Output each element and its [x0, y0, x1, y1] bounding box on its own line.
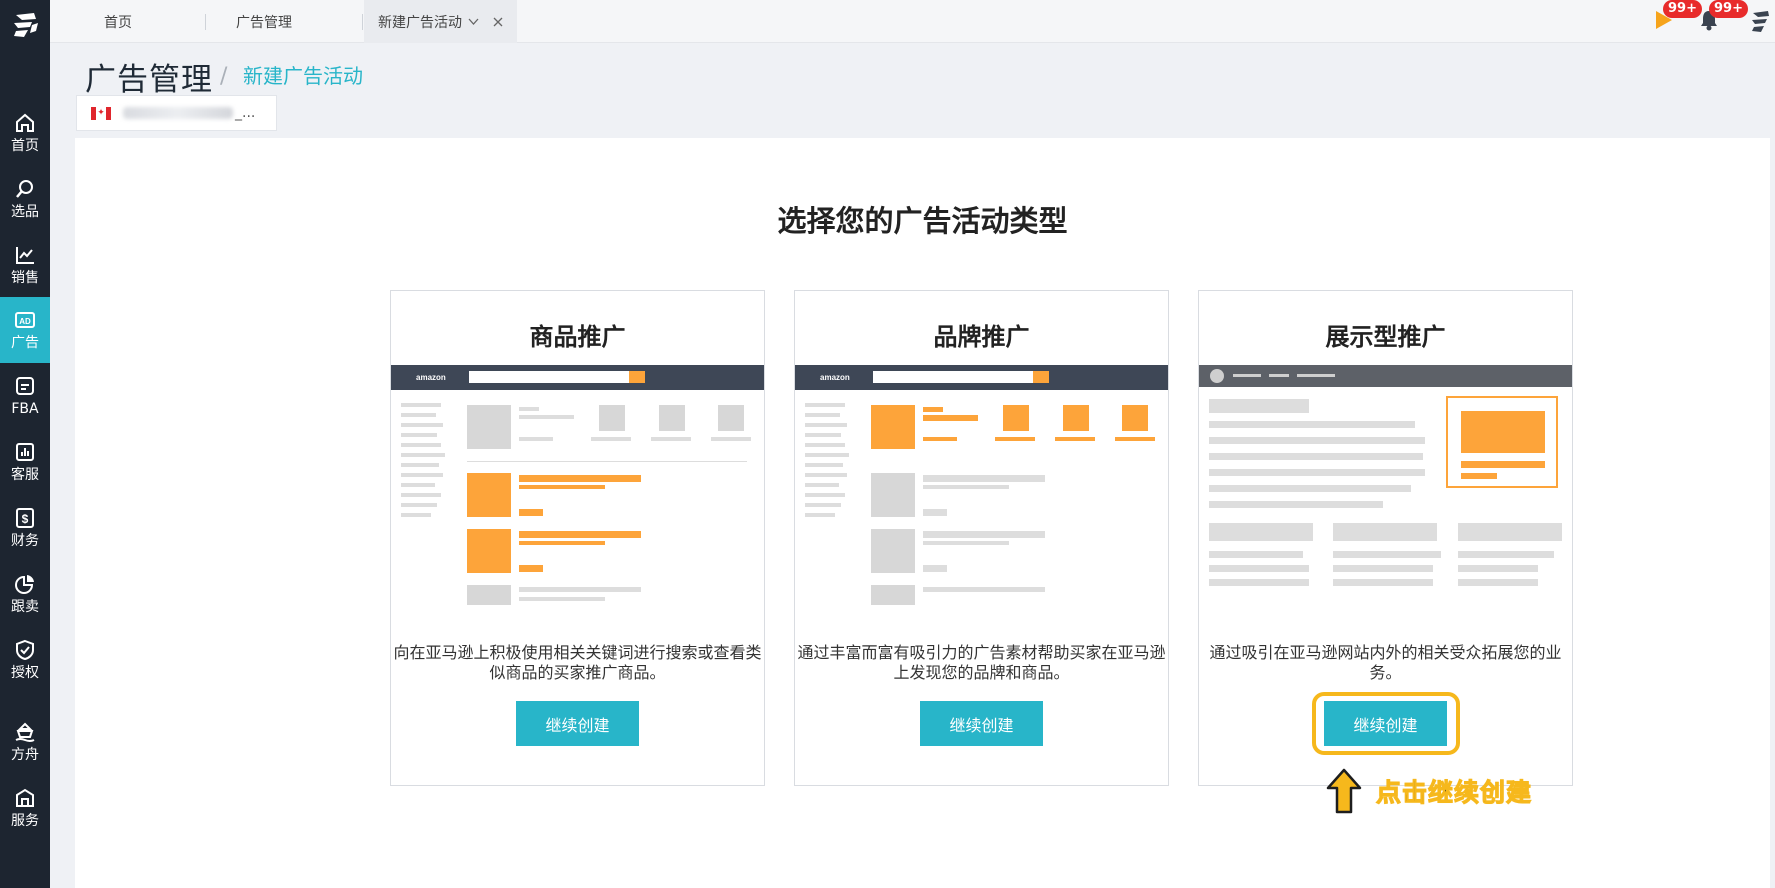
sidebar-item-finance[interactable]: $ 财务	[0, 495, 50, 561]
store-selector[interactable]: ✦ _...	[76, 95, 277, 131]
avatar-icon	[1752, 11, 1769, 32]
close-icon[interactable]	[493, 13, 503, 31]
click-hint-annotation: 点击继续创建	[1326, 768, 1532, 814]
sidebar-item-label: 首页	[11, 138, 39, 154]
tab-divider	[205, 14, 206, 30]
home-icon	[16, 113, 34, 132]
sidebar-item-follow-sell[interactable]: 跟卖	[0, 561, 50, 627]
page-title: 广告管理	[85, 62, 213, 98]
card-title: 展示型推广	[1325, 323, 1446, 351]
sidebar-item-home[interactable]: 首页	[0, 100, 50, 166]
sidebar-item-label: 服务	[11, 813, 39, 829]
card-title: 商品推广	[529, 323, 626, 351]
fba-icon	[16, 377, 34, 395]
store-name-suffix: _...	[235, 105, 256, 121]
tab-ad-management[interactable]: 广告管理	[236, 0, 292, 43]
sponsored-brands-illustration-icon: amazon	[795, 365, 1168, 605]
ad-icon: AD	[15, 312, 35, 328]
breadcrumb-separator: /	[220, 64, 228, 89]
sidebar-item-ark[interactable]: 方舟	[0, 709, 50, 775]
app-logo[interactable]	[0, 0, 50, 50]
card-description: 通过吸引在亚马逊网站内外的相关受众拓展您的业务。	[1209, 643, 1562, 682]
logo-icon	[14, 13, 38, 37]
tab-new-campaign[interactable]: 新建广告活动	[364, 0, 517, 43]
user-avatar[interactable]	[1749, 8, 1773, 38]
svg-text:$: $	[22, 512, 29, 526]
svg-text:amazon: amazon	[820, 373, 850, 382]
sidebar-item-fba[interactable]: FBA	[0, 363, 50, 429]
card-title: 品牌推广	[933, 323, 1030, 351]
store-name-redacted	[123, 107, 233, 119]
continue-create-button[interactable]: 继续创建	[516, 701, 639, 746]
service-icon	[16, 788, 34, 807]
continue-create-button[interactable]: 继续创建	[920, 701, 1043, 746]
sidebar-item-label: 方舟	[11, 747, 39, 763]
sidebar-item-customer-service[interactable]: 客服	[0, 429, 50, 495]
pie-chart-icon	[15, 575, 34, 594]
sidebar-item-label: 广告	[11, 335, 39, 351]
section-heading: 选择您的广告活动类型	[777, 204, 1068, 238]
sidebar: 首页 选品 销售 AD 广告 FBA 客服 $ 财务 跟卖 授权 方舟 服务	[0, 0, 50, 888]
tab-home[interactable]: 首页	[104, 0, 132, 43]
trend-chart-icon	[16, 247, 34, 264]
tab-divider	[362, 14, 363, 30]
sidebar-item-label: 财务	[11, 533, 39, 549]
notification-badge: 99+	[1709, 0, 1748, 18]
canada-flag-icon: ✦	[91, 106, 111, 120]
sidebar-item-label: 跟卖	[11, 599, 39, 615]
sidebar-item-ads[interactable]: AD 广告	[0, 297, 50, 363]
sponsored-display-illustration-icon	[1199, 365, 1572, 586]
search-icon	[16, 180, 33, 198]
card-description: 向在亚马逊上积极使用相关关键词进行搜索或查看类似商品的买家推广商品。	[393, 643, 762, 682]
highlight-frame	[1312, 692, 1460, 755]
card-description: 通过丰富而富有吸引力的广告素材帮助买家在亚马逊上发现您的品牌和商品。	[797, 643, 1166, 682]
breadcrumb-current[interactable]: 新建广告活动	[243, 60, 363, 89]
arrow-up-icon	[1326, 768, 1362, 814]
tab-label: 首页	[104, 14, 132, 31]
hint-text: 点击继续创建	[1375, 778, 1533, 808]
chevron-down-icon[interactable]	[468, 15, 479, 28]
sidebar-item-label: FBA	[11, 401, 39, 417]
svg-text:AD: AD	[19, 317, 31, 326]
sidebar-item-label: 销售	[11, 270, 39, 286]
sidebar-item-label: 选品	[11, 204, 39, 220]
tab-bar: 首页 广告管理 新建广告活动 99+ 99+	[50, 0, 1775, 43]
svg-text:amazon: amazon	[416, 373, 446, 382]
sidebar-item-sales[interactable]: 销售	[0, 232, 50, 298]
bar-chart-icon	[16, 443, 34, 461]
card-sponsored-products: 商品推广 amazon 向在亚马逊上积极使用相关关键词进行搜索或查看类似商品的买…	[390, 290, 765, 786]
shield-check-icon	[16, 639, 34, 661]
sidebar-item-label: 授权	[11, 665, 39, 681]
tab-label: 新建广告活动	[378, 14, 462, 31]
sponsored-products-illustration-icon: amazon	[391, 365, 764, 605]
sidebar-item-services[interactable]: 服务	[0, 775, 50, 841]
notification-badge: 99+	[1663, 0, 1702, 18]
tab-label: 广告管理	[236, 14, 292, 31]
dollar-icon: $	[16, 508, 34, 528]
ark-icon	[15, 722, 35, 742]
sidebar-item-authorization[interactable]: 授权	[0, 627, 50, 693]
card-sponsored-brands: 品牌推广 amazon 通过丰富而富有吸引力的广告素材帮助买家在亚马逊上发现您的…	[794, 290, 1169, 786]
sidebar-item-label: 客服	[11, 467, 39, 483]
sidebar-item-product-selection[interactable]: 选品	[0, 166, 50, 232]
